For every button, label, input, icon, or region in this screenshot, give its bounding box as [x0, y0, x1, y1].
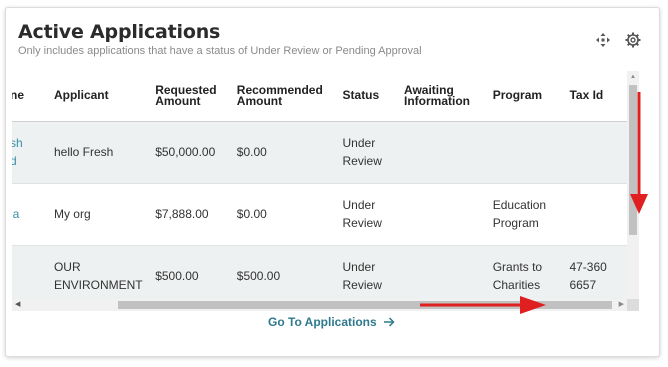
scroll-left-icon[interactable]: ◀ — [15, 300, 20, 308]
scrollbar-corner — [627, 299, 639, 311]
scroll-right-icon[interactable]: ▶ — [619, 300, 624, 308]
cell-requested: $50,000.00 — [147, 121, 229, 184]
applications-table: ne Applicant Requested Amount Recommende… — [12, 71, 629, 308]
cell-program — [484, 121, 562, 184]
column-header-status[interactable]: Status — [334, 71, 396, 122]
cell-recommended: $0.00 — [228, 121, 335, 184]
column-header-recommended-amount[interactable]: Recommended Amount — [228, 71, 335, 122]
cell-status: Under Review — [334, 121, 396, 184]
applications-table-viewport[interactable]: ne Applicant Requested Amount Recommende… — [12, 71, 639, 311]
cell-awaiting — [396, 245, 485, 308]
go-to-applications-label: Go To Applications — [268, 315, 377, 329]
cell-requested: $7,888.00 — [147, 183, 229, 246]
cell-awaiting — [396, 183, 485, 246]
cell-requested: $500.00 — [147, 245, 229, 308]
cell-recommended: $500.00 — [228, 245, 335, 308]
cell-awaiting — [396, 121, 485, 184]
table-row[interactable]: OUR ENVIRONMENT $500.00 $500.00 Under Re… — [12, 245, 629, 308]
column-header-tax-id[interactable]: Tax Id — [561, 71, 629, 122]
cell-tax-id: 47-3606657 — [561, 245, 629, 308]
header-actions — [595, 32, 641, 48]
table-row[interactable]: sh d hello Fresh $50,000.00 $0.00 Under … — [12, 121, 629, 184]
cell-program: Education Program — [484, 183, 562, 246]
cell-name[interactable] — [12, 245, 46, 308]
cell-tax-id — [561, 183, 629, 246]
table-row[interactable]: ia My org $7,888.00 $0.00 Under Review E… — [12, 183, 629, 246]
cell-program: Grants to Charities — [484, 245, 562, 308]
column-header-applicant[interactable]: Applicant — [45, 71, 148, 122]
table-header-row: ne Applicant Requested Amount Recommende… — [12, 71, 629, 122]
cell-status: Under Review — [334, 245, 396, 308]
cell-status: Under Review — [334, 183, 396, 246]
cell-applicant: My org — [45, 183, 148, 246]
column-header-name[interactable]: ne — [12, 71, 46, 122]
horizontal-scroll-thumb[interactable] — [118, 301, 612, 309]
horizontal-scrollbar[interactable]: ◀ ▶ — [12, 299, 627, 311]
cell-name[interactable]: ia — [12, 183, 46, 246]
cell-name[interactable]: sh d — [12, 121, 46, 184]
column-header-requested-amount[interactable]: Requested Amount — [147, 71, 229, 122]
gear-icon[interactable] — [625, 32, 641, 48]
cell-recommended: $0.00 — [228, 183, 335, 246]
cell-applicant: hello Fresh — [45, 121, 148, 184]
column-header-program[interactable]: Program — [484, 71, 562, 122]
column-header-awaiting-information[interactable]: Awaiting Information — [396, 71, 485, 122]
go-to-applications-link[interactable]: Go To Applications — [268, 315, 395, 329]
arrow-right-icon — [383, 317, 395, 327]
vertical-scrollbar[interactable]: ▲ — [627, 71, 639, 299]
collapse-icon[interactable] — [595, 32, 611, 48]
card-title: Active Applications — [18, 21, 221, 43]
scroll-up-icon[interactable]: ▲ — [630, 74, 636, 80]
cell-applicant: OUR ENVIRONMENT — [45, 245, 148, 308]
cell-tax-id — [561, 121, 629, 184]
vertical-scroll-thumb[interactable] — [629, 85, 637, 235]
card-subtitle: Only includes applications that have a s… — [18, 45, 422, 57]
